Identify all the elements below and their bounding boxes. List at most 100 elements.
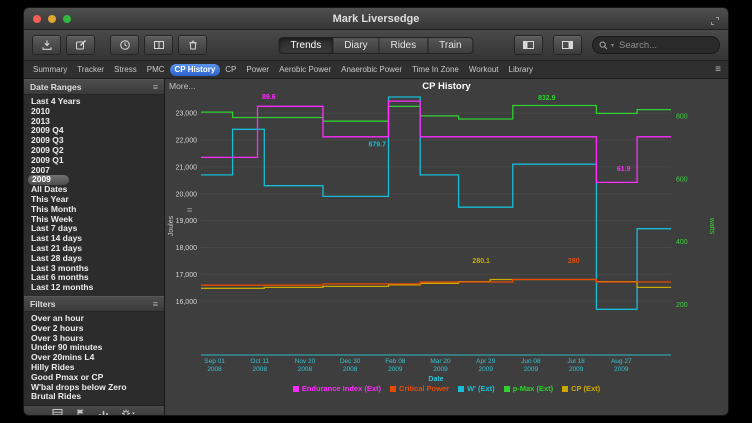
desktop: { "titlebar": { "title": "Mark Liversedg… <box>0 0 752 423</box>
sidebar: Date Ranges≡Last 4 Years201020132009 Q42… <box>24 79 165 415</box>
svg-text:800: 800 <box>676 113 688 120</box>
legend-swatch <box>293 386 299 392</box>
titlebar[interactable]: Mark Liversedge <box>24 8 728 30</box>
import-button[interactable] <box>32 35 61 55</box>
legend-item-p-max-ext-: p-Max (Ext) <box>504 384 553 393</box>
toggle-compare-button[interactable] <box>553 35 582 55</box>
segment-diary[interactable]: Diary <box>333 37 379 54</box>
svg-text:2009: 2009 <box>524 366 539 373</box>
svg-text:600: 600 <box>676 176 688 183</box>
layout-grid-icon[interactable] <box>52 406 63 415</box>
legend-swatch <box>562 386 568 392</box>
tab-bar-tabs: SummaryTrackerStressPMCCP HistoryCPPower… <box>28 64 538 76</box>
tab-overflow-menu-icon[interactable]: ≡ <box>715 64 724 75</box>
svg-text:Sep 01: Sep 01 <box>204 358 225 365</box>
tab-library[interactable]: Library <box>504 64 538 76</box>
svg-text:2009: 2009 <box>614 366 629 373</box>
legend-item-cp-ext-: CP (Ext) <box>562 384 600 393</box>
tab-stress[interactable]: Stress <box>109 64 142 76</box>
fullscreen-icon[interactable] <box>710 13 720 31</box>
svg-text:18,000: 18,000 <box>176 245 198 252</box>
svg-text:Joules: Joules <box>168 215 175 236</box>
svg-text:Mar 20: Mar 20 <box>430 358 451 365</box>
svg-text:2009: 2009 <box>433 366 448 373</box>
legend-swatch <box>390 386 396 392</box>
svg-text:Oct 11: Oct 11 <box>250 358 269 365</box>
tab-cp[interactable]: CP <box>220 64 241 76</box>
section-menu-icon[interactable]: ≡ <box>153 82 158 92</box>
sidebar-section-header-date-ranges[interactable]: Date Ranges ≡ <box>24 79 164 95</box>
annotation-280: 280 <box>568 258 580 265</box>
tab-aerobic-power[interactable]: Aerobic Power <box>274 64 336 76</box>
svg-text:Jul 18: Jul 18 <box>567 358 585 365</box>
legend-item-critical-power: Critical Power <box>390 384 449 393</box>
delete-button[interactable] <box>178 35 207 55</box>
history-button[interactable] <box>110 35 139 55</box>
svg-text:Dec 30: Dec 30 <box>340 358 361 365</box>
svg-text:17,000: 17,000 <box>176 272 198 279</box>
legend-label: p-Max (Ext) <box>513 384 553 393</box>
tab-time-in-zone[interactable]: Time In Zone <box>407 64 464 76</box>
chart-legend: Endurance Index (Ext)Critical PowerW' (E… <box>165 384 728 393</box>
svg-text:19,000: 19,000 <box>176 218 198 225</box>
cp-history-chart: 16,00017,00018,00019,00020,00021,00022,0… <box>165 79 728 394</box>
tab-power[interactable]: Power <box>241 64 274 76</box>
svg-text:16,000: 16,000 <box>176 299 198 306</box>
window-title: Mark Liversedge <box>333 13 420 25</box>
svg-text:Apr 29: Apr 29 <box>476 358 496 365</box>
zoom-button[interactable] <box>63 15 71 23</box>
split-view-button[interactable] <box>144 35 173 55</box>
segment-trends[interactable]: Trends <box>278 37 333 54</box>
search-field[interactable]: ▾ <box>592 36 720 54</box>
toggle-sidebar-button[interactable] <box>514 35 543 55</box>
traffic-lights <box>33 15 71 23</box>
tab-cp-history[interactable]: CP History <box>170 64 221 76</box>
svg-text:2008: 2008 <box>207 366 222 373</box>
legend-label: Critical Power <box>399 384 449 393</box>
section-menu-icon[interactable]: ≡ <box>153 299 158 309</box>
annotation-832.9: 832.9 <box>538 95 556 102</box>
chart-bars-icon[interactable] <box>98 406 109 415</box>
toolbar: TrendsDiaryRidesTrain ▾ <box>24 30 728 61</box>
annotation-679.7: 679.7 <box>368 142 386 149</box>
series-line-critical-power <box>201 280 671 286</box>
app-window: Mark Liversedge TrendsDiaryRidesTrain <box>24 8 728 415</box>
svg-text:Feb 08: Feb 08 <box>385 358 406 365</box>
segment-train[interactable]: Train <box>428 37 473 54</box>
tab-workout[interactable]: Workout <box>464 64 504 76</box>
tab-tracker[interactable]: Tracker <box>72 64 109 76</box>
search-input[interactable] <box>617 39 713 52</box>
settings-gear-icon[interactable] <box>121 406 136 415</box>
sidebar-item-brutal-rides[interactable]: Brutal Rides <box>24 392 164 402</box>
svg-text:200: 200 <box>676 302 688 309</box>
sidebar-section-header-filters[interactable]: Filters≡ <box>24 296 164 312</box>
legend-label: CP (Ext) <box>571 384 600 393</box>
compose-button[interactable] <box>66 35 95 55</box>
tab-pmc[interactable]: PMC <box>142 64 170 76</box>
section-title: Date Ranges <box>30 82 82 92</box>
tab-summary[interactable]: Summary <box>28 64 72 76</box>
tab-anaerobic-power[interactable]: Anaerobic Power <box>336 64 407 76</box>
annotation-89.6: 89.6 <box>262 94 276 101</box>
annotation-280.1: 280.1 <box>472 258 490 265</box>
flag-icon[interactable] <box>75 406 86 415</box>
segment-rides[interactable]: Rides <box>380 37 429 54</box>
chart-area: More... CP History ≡ 16,00017,00018,0001… <box>165 79 728 415</box>
main-content: Date Ranges≡Last 4 Years201020132009 Q42… <box>24 79 728 415</box>
svg-text:400: 400 <box>676 239 688 246</box>
sidebar-item-last-12-months[interactable]: Last 12 months <box>24 283 164 293</box>
legend-item-w-ext-: W' (Ext) <box>458 384 495 393</box>
svg-text:Nov 20: Nov 20 <box>295 358 316 365</box>
svg-text:23,000: 23,000 <box>176 111 198 118</box>
legend-swatch <box>458 386 464 392</box>
minimize-button[interactable] <box>48 15 56 23</box>
svg-text:2008: 2008 <box>253 366 268 373</box>
search-scope-caret-icon[interactable]: ▾ <box>611 42 614 49</box>
view-switcher: TrendsDiaryRidesTrain <box>278 37 473 54</box>
sidebar-bottom-bar <box>24 405 164 415</box>
svg-text:Date: Date <box>428 376 443 383</box>
svg-text:2009: 2009 <box>569 366 584 373</box>
svg-text:20,000: 20,000 <box>176 191 198 198</box>
close-button[interactable] <box>33 15 41 23</box>
sidebar-sections: Date Ranges≡Last 4 Years201020132009 Q42… <box>24 79 164 405</box>
